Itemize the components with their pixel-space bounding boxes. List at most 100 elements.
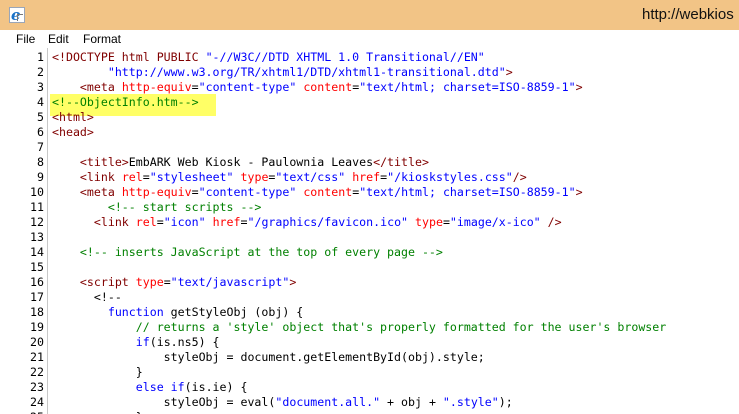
code-token: "content-type" <box>198 185 297 199</box>
code-token: <script <box>52 275 136 289</box>
code-token: "text/html; charset=ISO-8859-1" <box>359 80 576 94</box>
code-text: <!-- <box>52 290 122 305</box>
line-number: 1 <box>37 50 44 64</box>
code-text: styleObj = document.getElementById(obj).… <box>52 350 485 365</box>
line-number: 10 <box>30 185 44 199</box>
source-line: 2 "http://www.w3.org/TR/xhtml1/DTD/xhtml… <box>0 65 739 80</box>
source-line: 10 <meta http-equiv="content-type" conte… <box>0 185 739 200</box>
line-number: 3 <box>37 80 44 94</box>
source-line: 7 <box>0 140 739 155</box>
source-line: 15 <box>0 260 739 275</box>
code-token: "http://www.w3.org/TR/xhtml1/DTD/xhtml1-… <box>52 65 506 79</box>
source-line: 8 <title>EmbARK Web Kiosk - Paulownia Le… <box>0 155 739 170</box>
code-token: <meta <box>52 80 122 94</box>
line-number: 17 <box>30 290 44 304</box>
source-line: 18 function getStyleObj (obj) { <box>0 305 739 320</box>
code-token: = <box>191 80 199 94</box>
line-number: 4 <box>37 95 44 109</box>
ie-document-icon[interactable]: e <box>9 6 25 24</box>
code-text: <!--ObjectInfo.htm--> <box>52 95 199 110</box>
source-line: 4 <!--ObjectInfo.htm--> <box>0 95 739 110</box>
source-line: 17 <!-- <box>0 290 739 305</box>
source-line: 11 <!-- start scripts --> <box>0 200 739 215</box>
code-token: // returns a 'style' object that's prope… <box>52 320 667 334</box>
code-text: if(is.ns5) { <box>52 335 220 350</box>
line-number: 11 <box>30 200 44 214</box>
code-text: <link rel="stylesheet" type="text/css" h… <box>52 170 527 185</box>
code-token: > <box>575 185 583 199</box>
code-token: href <box>212 215 241 229</box>
code-text: <!-- inserts JavaScript at the top of ev… <box>52 245 443 260</box>
code-token: <!-- start scripts --> <box>52 200 262 214</box>
line-number: 25 <box>0 410 44 414</box>
code-token: content <box>303 185 353 199</box>
code-token: <!--ObjectInfo.htm--> <box>52 95 199 109</box>
source-line: 1 <!DOCTYPE html PUBLIC "-//W3C//DTD XHTM… <box>0 50 739 65</box>
code-text: else if(is.ie) { <box>52 380 248 395</box>
code-token: rel <box>121 170 143 184</box>
code-token: > <box>289 275 297 289</box>
code-token: } <box>52 365 143 379</box>
code-token: <link <box>52 170 122 184</box>
code-token: http-equiv <box>121 80 192 94</box>
code-token: <meta <box>52 185 122 199</box>
code-text: // returns a 'style' object that's prope… <box>52 320 667 335</box>
code-token: else if <box>52 380 185 394</box>
source-line: 6 <head> <box>0 125 739 140</box>
source-line: 22 } <box>0 365 739 380</box>
line-number: 20 <box>30 335 44 349</box>
code-token: "/kioskstyles.css" <box>387 170 513 184</box>
source-line: 14 <!-- inserts JavaScript at the top of… <box>0 245 739 260</box>
line-number: 15 <box>30 260 44 274</box>
line-number: 22 <box>30 365 44 379</box>
code-token: <!-- <box>52 290 122 304</box>
code-token: /> <box>512 170 527 184</box>
code-token: "document.all." <box>275 395 381 409</box>
code-token: <!-- inserts JavaScript at the top of ev… <box>52 245 443 259</box>
code-text: } <box>52 410 143 414</box>
code-text: <meta http-equiv="content-type" content=… <box>52 185 583 200</box>
code-text: styleObj = eval("document.all." + obj + … <box>52 395 513 410</box>
doc-corner <box>17 14 23 21</box>
code-token: "icon" <box>163 215 206 229</box>
code-token: <title> <box>52 155 129 169</box>
source-line: 23 else if(is.ie) { <box>0 380 739 395</box>
code-token: http-equiv <box>121 185 192 199</box>
code-text: function getStyleObj (obj) { <box>52 305 303 320</box>
line-number: 9 <box>37 170 44 184</box>
source-line: 21 styleObj = document.getElementById(ob… <box>0 350 739 365</box>
code-text: <title>EmbARK Web Kiosk - Paulownia Leav… <box>52 155 429 170</box>
menu-edit[interactable]: Edit <box>48 32 69 46</box>
code-token: = <box>442 215 450 229</box>
line-number: 6 <box>37 125 44 139</box>
code-token: (is.ie) { <box>184 380 248 394</box>
code-token: = <box>163 275 171 289</box>
code-token: "text/css" <box>275 170 346 184</box>
code-token: type <box>135 275 164 289</box>
line-number: 8 <box>37 155 44 169</box>
code-token: (is.ns5) { <box>149 335 220 349</box>
code-token: "-//W3C//DTD XHTML 1.0 Transitional//EN" <box>205 50 485 64</box>
code-text: <script type="text/javascript"> <box>52 275 296 290</box>
code-token: EmbARK Web Kiosk - Paulownia Leaves <box>128 155 374 169</box>
code-text: <link rel="icon" href="/graphics/favicon… <box>52 215 562 230</box>
menu-format[interactable]: Format <box>83 32 121 46</box>
code-token: /> <box>547 215 562 229</box>
code-token: > <box>575 80 583 94</box>
menu-file[interactable]: File <box>16 32 35 46</box>
code-token: } <box>52 410 143 414</box>
code-token: if <box>52 335 150 349</box>
source-line: 9 <link rel="stylesheet" type="text/css"… <box>0 170 739 185</box>
code-token: styleObj = eval( <box>52 395 276 409</box>
line-number: 18 <box>30 305 44 319</box>
line-number: 2 <box>37 65 44 79</box>
code-text: <!-- start scripts --> <box>52 200 262 215</box>
code-token: > <box>505 65 513 79</box>
code-token: type <box>240 170 269 184</box>
code-token: ); <box>498 395 513 409</box>
line-number: 16 <box>30 275 44 289</box>
code-text: <head> <box>52 125 94 140</box>
line-number: 7 <box>37 140 44 154</box>
source-view[interactable]: 1 <!DOCTYPE html PUBLIC "-//W3C//DTD XHTM… <box>0 48 739 414</box>
